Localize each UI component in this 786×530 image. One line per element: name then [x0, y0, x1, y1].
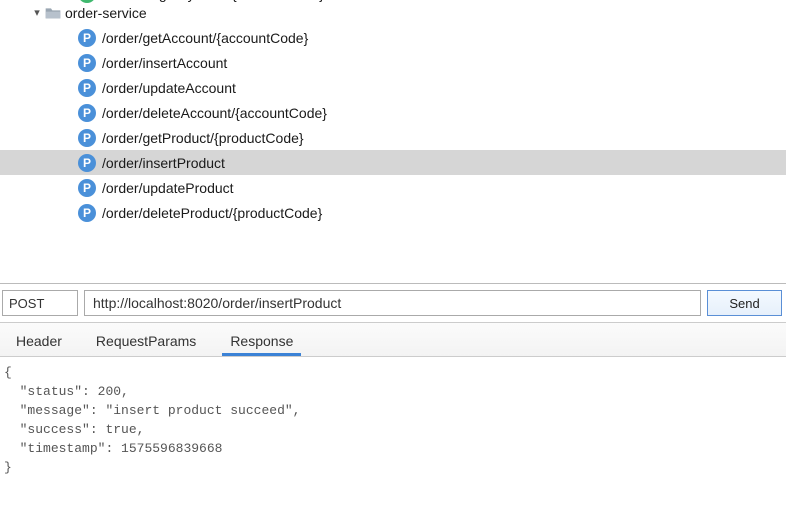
endpoint-tree: G /account/getByCode/{accountCode} ▾ ord…: [0, 0, 786, 284]
response-body: { "status": 200, "message": "insert prod…: [0, 357, 786, 483]
endpoint-label: /order/updateProduct: [102, 180, 234, 196]
http-method-value: POST: [9, 296, 44, 311]
http-post-icon: P: [78, 154, 96, 172]
tree-item-endpoint[interactable]: P/order/updateProduct: [0, 175, 786, 200]
request-bar: POST Send: [0, 284, 786, 323]
tab-response[interactable]: Response: [222, 325, 301, 356]
endpoint-label: /order/deleteProduct/{productCode}: [102, 205, 322, 221]
response-tabs: Header RequestParams Response: [0, 323, 786, 357]
chevron-down-icon: ▾: [30, 6, 44, 19]
endpoint-label: /order/updateAccount: [102, 80, 236, 96]
tree-item-endpoint[interactable]: P/order/deleteAccount/{accountCode}: [0, 100, 786, 125]
folder-label: order-service: [65, 5, 147, 21]
folder-icon: [45, 6, 61, 20]
endpoint-label: /account/getByCode/{accountCode}: [102, 0, 324, 2]
endpoint-label: /order/getAccount/{accountCode}: [102, 30, 308, 46]
http-post-icon: P: [78, 104, 96, 122]
http-post-icon: P: [78, 54, 96, 72]
http-post-icon: P: [78, 29, 96, 47]
tree-item-endpoint[interactable]: P/order/updateAccount: [0, 75, 786, 100]
endpoint-label: /order/getProduct/{productCode}: [102, 130, 304, 146]
http-post-icon: P: [78, 129, 96, 147]
http-post-icon: P: [78, 179, 96, 197]
send-button[interactable]: Send: [707, 290, 782, 316]
endpoint-label: /order/insertAccount: [102, 55, 227, 71]
endpoint-label: /order/deleteAccount/{accountCode}: [102, 105, 327, 121]
tree-item-endpoint[interactable]: P/order/insertAccount: [0, 50, 786, 75]
tree-item-endpoint[interactable]: P/order/getProduct/{productCode}: [0, 125, 786, 150]
endpoint-label: /order/insertProduct: [102, 155, 225, 171]
http-method-select[interactable]: POST: [2, 290, 78, 316]
tree-item-endpoint[interactable]: P/order/insertProduct: [0, 150, 786, 175]
http-post-icon: P: [78, 79, 96, 97]
tree-item-endpoint[interactable]: P/order/deleteProduct/{productCode}: [0, 200, 786, 225]
tree-folder-order-service[interactable]: ▾ order-service: [0, 0, 786, 25]
http-post-icon: P: [78, 204, 96, 222]
tree-item-endpoint[interactable]: P/order/getAccount/{accountCode}: [0, 25, 786, 50]
tab-header[interactable]: Header: [8, 325, 70, 356]
url-input[interactable]: [84, 290, 701, 316]
tab-request-params[interactable]: RequestParams: [88, 325, 204, 356]
